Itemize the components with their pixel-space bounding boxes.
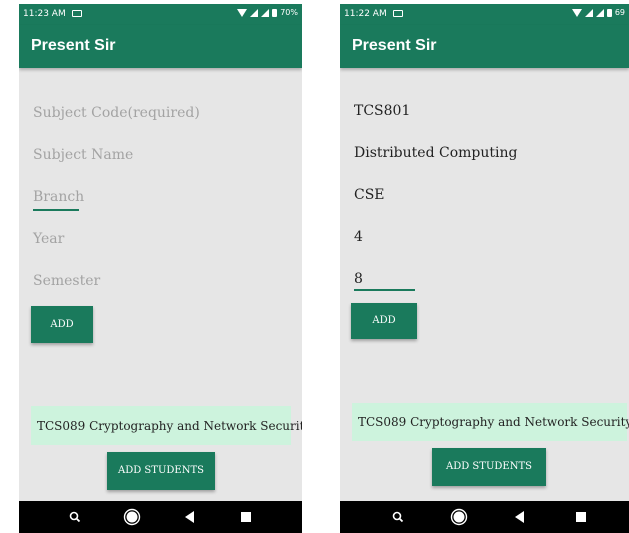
add-button[interactable]: ADD [31,306,93,343]
branch-input-focus-underline [33,209,79,211]
battery-icon [606,8,612,17]
branch-input[interactable]: CSE [354,187,385,203]
sd-card-icon [72,10,82,17]
year-input[interactable]: 4 [354,229,363,245]
subject-code-input[interactable]: Subject Code(required) [33,105,200,121]
subject-name-input[interactable]: Distributed Computing [354,145,517,161]
wifi-icon [571,8,582,17]
battery-icon [272,8,278,17]
home-icon[interactable] [121,501,143,533]
subject-list-item[interactable]: TCS089 Cryptography and Network Security [352,403,629,441]
signal-icon [250,8,259,17]
phone-screen-left: 11:23 AM 70% Present Sir Subject Code(re… [19,4,302,533]
status-time: 11:22 AM [344,9,387,19]
semester-input[interactable]: Semester [33,273,100,289]
status-icons: 69 [571,8,625,17]
add-students-button[interactable]: ADD STUDENTS [432,448,546,486]
add-students-button[interactable]: ADD STUDENTS [107,452,215,490]
navigation-bar [19,501,302,533]
app-title: Present Sir [31,37,116,54]
recents-icon[interactable] [574,501,588,533]
subject-list-item[interactable]: TCS089 Cryptography and Network Security [31,406,302,445]
signal-icon [595,8,604,17]
battery-percent: 69 [614,8,625,17]
status-bar: 11:23 AM 70% [19,4,302,25]
battery-percent: 70% [280,8,298,17]
app-bar: Present Sir [19,25,302,68]
signal-icon [584,8,593,17]
year-input[interactable]: Year [33,231,64,247]
app-bar: Present Sir [340,25,629,68]
add-button[interactable]: ADD [351,303,417,339]
semester-input-focus-underline [354,289,415,291]
search-icon[interactable] [65,501,85,533]
back-icon[interactable] [182,501,198,533]
navigation-bar [340,501,629,533]
app-title: Present Sir [352,37,437,54]
wifi-icon [237,8,248,17]
back-icon[interactable] [512,501,528,533]
status-time: 11:23 AM [23,9,66,19]
semester-input[interactable]: 8 [354,271,363,287]
search-icon[interactable] [388,501,408,533]
recents-icon[interactable] [239,501,253,533]
subject-code-input[interactable]: TCS801 [354,103,410,119]
home-icon[interactable] [448,501,470,533]
branch-input[interactable]: Branch [33,189,84,205]
phone-screen-right: 11:22 AM 69 Present Sir TCS801 Distribut… [340,4,629,533]
status-bar: 11:22 AM 69 [340,4,629,25]
subject-name-input[interactable]: Subject Name [33,147,133,163]
signal-icon [261,8,270,17]
sd-card-icon [393,10,403,17]
status-icons: 70% [237,8,298,17]
